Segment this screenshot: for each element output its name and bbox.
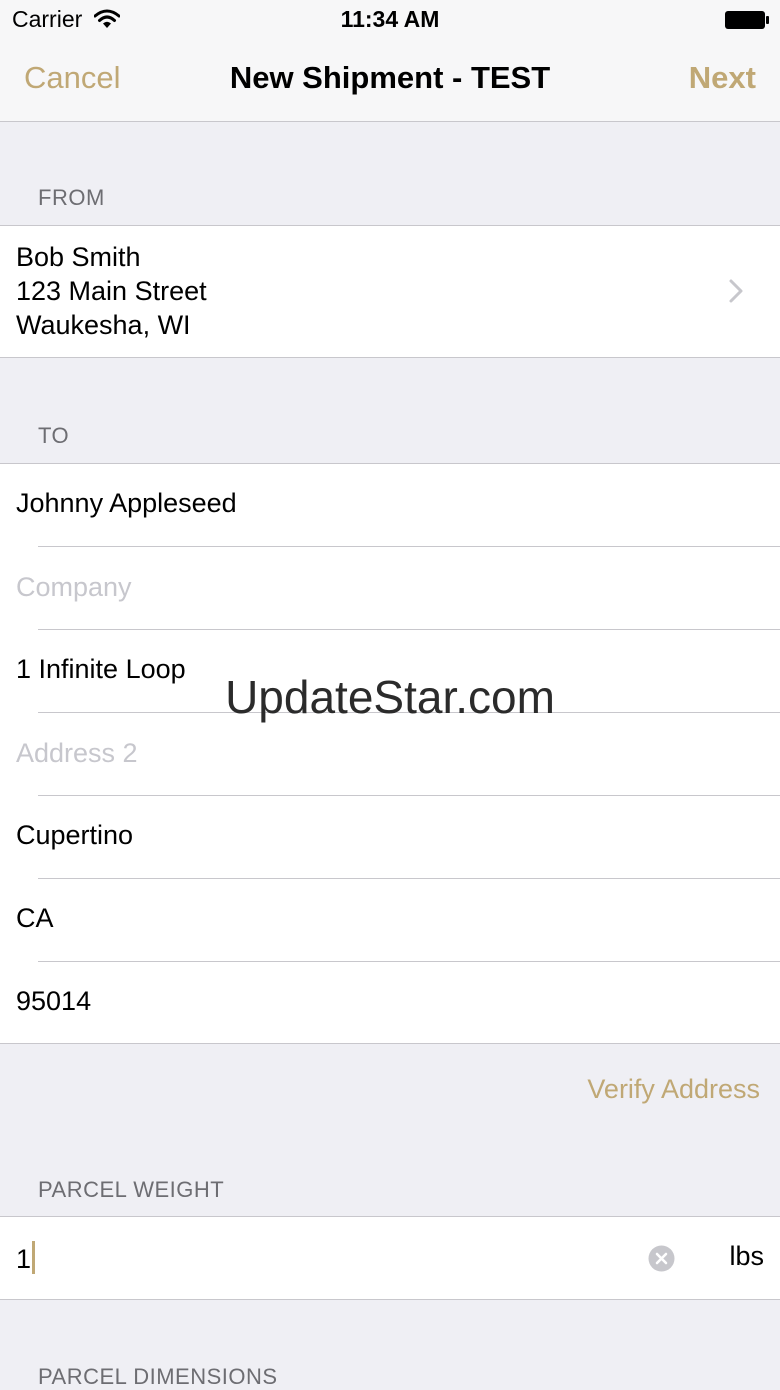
state-field[interactable]: CA [16, 903, 54, 934]
verify-address-button[interactable]: Verify Address [587, 1074, 760, 1105]
parcel-weight-cell: 1 lbs [0, 1216, 780, 1300]
status-bar: Carrier 11:34 AM [0, 0, 780, 40]
weight-unit-label: lbs [729, 1241, 764, 1271]
battery-icon [725, 11, 769, 29]
from-street: 123 Main Street [16, 276, 207, 306]
next-button[interactable]: Next [689, 60, 756, 96]
parcel-weight-value: 1 [16, 1244, 32, 1274]
to-name-row: Johnny Appleseed [0, 464, 780, 547]
to-state-row: CA [0, 879, 780, 962]
chevron-right-icon [729, 279, 743, 303]
from-city-state: Waukesha, WI [16, 310, 191, 340]
nav-bar: Cancel New Shipment - TEST Next [0, 40, 780, 122]
parcel-dimensions-header: PARCEL DIMENSIONS [38, 1364, 278, 1389]
address2-field[interactable] [16, 731, 716, 775]
to-company-row [0, 547, 780, 630]
to-zip-row: 95014 [0, 962, 780, 1045]
company-field[interactable] [16, 565, 716, 609]
address1-field[interactable]: 1 Infinite Loop [16, 654, 186, 685]
from-name: Bob Smith [16, 242, 141, 272]
text-cursor [32, 1241, 36, 1274]
zip-field[interactable]: 95014 [16, 986, 91, 1017]
page-title: New Shipment - TEST [229, 60, 551, 95]
parcel-weight-field[interactable]: 1 [16, 1241, 36, 1275]
to-name-field[interactable]: Johnny Appleseed [16, 488, 237, 519]
to-address-group: Johnny Appleseed 1 Infinite Loop Cuperti… [0, 463, 780, 1044]
status-time: 11:34 AM [340, 6, 440, 32]
parcel-weight-header: PARCEL WEIGHT [38, 1177, 225, 1202]
to-address1-row: 1 Infinite Loop [0, 630, 780, 713]
from-section-header: FROM [38, 185, 105, 210]
to-city-row: Cupertino [0, 796, 780, 879]
to-address2-row [0, 713, 780, 796]
clear-icon[interactable] [648, 1245, 675, 1272]
city-field[interactable]: Cupertino [16, 820, 133, 851]
from-address-cell[interactable]: Bob Smith 123 Main Street Waukesha, WI [0, 225, 780, 358]
to-section-header: TO [38, 423, 70, 448]
